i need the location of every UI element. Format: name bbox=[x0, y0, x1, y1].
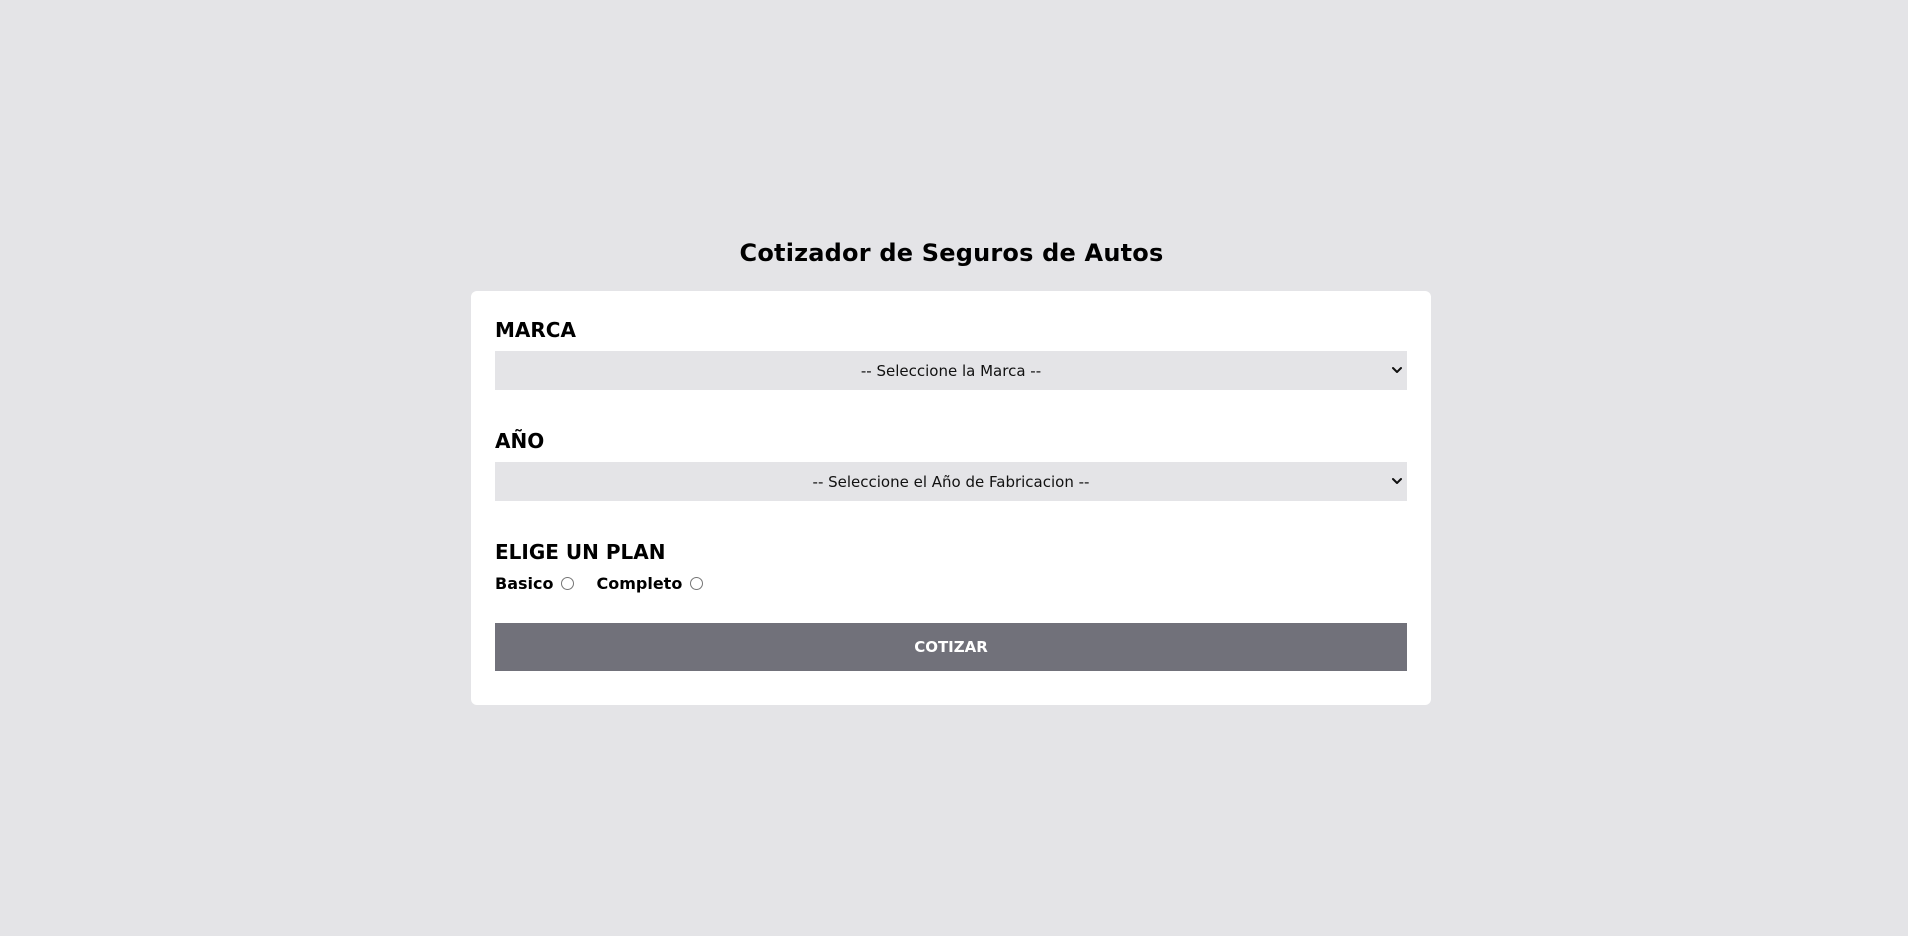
marca-group: MARCA -- Seleccione la Marca -- bbox=[495, 315, 1407, 390]
plan-option-completo[interactable]: Completo bbox=[596, 573, 704, 593]
plan-radio-group: Basico Completo bbox=[495, 571, 1407, 595]
plan-option-completo-label: Completo bbox=[596, 573, 683, 593]
anio-select-wrapper: -- Seleccione el Año de Fabricacion -- bbox=[495, 462, 1407, 501]
plan-radio-basico[interactable] bbox=[561, 576, 575, 590]
anio-select[interactable]: -- Seleccione el Año de Fabricacion -- bbox=[495, 462, 1407, 501]
plan-label: ELIGE UN PLAN bbox=[495, 540, 666, 564]
plan-radio-completo[interactable] bbox=[690, 576, 704, 590]
plan-option-basico-label: Basico bbox=[495, 573, 554, 593]
anio-group: AÑO -- Seleccione el Año de Fabricacion … bbox=[495, 426, 1407, 501]
plan-group: ELIGE UN PLAN Basico Completo bbox=[495, 537, 1407, 595]
plan-option-basico[interactable]: Basico bbox=[495, 573, 575, 593]
marca-select[interactable]: -- Seleccione la Marca -- bbox=[495, 351, 1407, 390]
page: Cotizador de Seguros de Autos MARCA -- S… bbox=[0, 0, 1908, 936]
page-title: Cotizador de Seguros de Autos bbox=[739, 239, 1164, 267]
marca-select-wrapper: -- Seleccione la Marca -- bbox=[495, 351, 1407, 390]
quote-form: MARCA -- Seleccione la Marca -- AÑO -- S… bbox=[471, 291, 1431, 705]
anio-label: AÑO bbox=[495, 429, 545, 453]
cotizar-button[interactable]: COTIZAR bbox=[495, 623, 1407, 671]
marca-label: MARCA bbox=[495, 318, 576, 342]
